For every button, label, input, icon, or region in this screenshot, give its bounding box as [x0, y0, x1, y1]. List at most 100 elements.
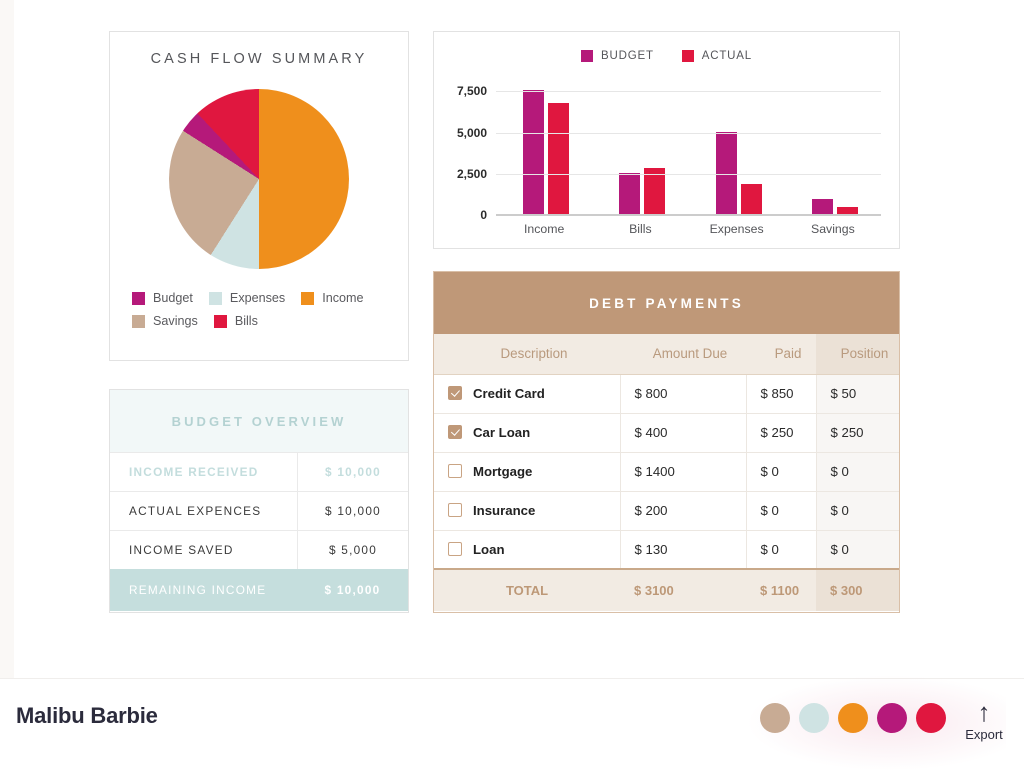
debt-payments-card: DEBT PAYMENTS Description Amount Due Paid P… [433, 271, 900, 613]
debt-row-position: $ 0 [816, 452, 899, 492]
budget-vs-actual-chart-card: BUDGET ACTUAL 0 2,500 5,000 7,500 Income Bill… [433, 31, 900, 249]
pie-chart [169, 89, 349, 269]
pie-legend-item-savings: Savings [132, 314, 198, 328]
column-header-paid[interactable]: Paid [746, 334, 816, 375]
export-button-label: Export [965, 727, 1003, 742]
x-axis-label-bills: Bills [629, 222, 652, 236]
pie-chart-shape [169, 89, 349, 269]
legend-swatch-icon [208, 291, 222, 305]
bar-legend-label: ACTUAL [701, 50, 752, 62]
debt-row-amount-due: $ 400 [620, 413, 747, 453]
bar-savings-budget [811, 199, 833, 214]
debt-row-amount-due: $ 1400 [620, 452, 747, 492]
y-axis-tick-label: 2,500 [456, 166, 487, 181]
bar-savings-actual [836, 206, 858, 214]
debt-payments-title: DEBT PAYMENTS [434, 272, 899, 334]
debt-description-label: Insurance [473, 503, 536, 518]
legend-swatch-icon [301, 291, 315, 305]
bar-chart-plot: 0 2,500 5,000 7,500 [457, 75, 881, 222]
brand-title: Malibu Barbie [16, 703, 158, 728]
gridline [496, 215, 881, 216]
legend-swatch-icon [213, 314, 227, 328]
bar-income-actual [548, 102, 569, 214]
debt-total-position: $ 300 [816, 568, 899, 611]
legend-swatch-icon [581, 50, 594, 62]
y-axis-tick-label: 7,500 [456, 84, 487, 99]
legend-swatch-icon [681, 50, 694, 62]
table-row: Insurance $ 200 $ 0 $ 0 [434, 491, 899, 531]
color-swatch-1[interactable] [760, 703, 790, 733]
budget-overview-row: INCOME SAVED $ 5,000 [110, 530, 408, 569]
debt-description-label: Mortgage [473, 464, 533, 479]
legend-swatch-icon [132, 314, 145, 328]
color-swatch-3[interactable] [838, 703, 868, 733]
debt-payments-total-row: TOTAL $ 3100 $ 1100 $ 300 [434, 568, 899, 611]
pie-legend-label: Savings [153, 314, 198, 328]
debt-row-description: Credit Card [434, 374, 621, 414]
bar-legend-item-budget: BUDGET [581, 50, 654, 62]
column-header-position[interactable]: Position [816, 334, 899, 375]
color-swatch-2[interactable] [799, 703, 829, 733]
debt-row-paid: $ 250 [746, 413, 817, 453]
debt-payments-table: Description Amount Due Paid Position Credit… [434, 334, 899, 611]
page-footer: Malibu Barbie ↑ Export [0, 675, 1024, 771]
debt-total-paid: $ 1100 [746, 568, 816, 611]
debt-row-amount-due: $ 800 [620, 374, 747, 414]
debt-row-position: $ 0 [816, 530, 899, 570]
debt-row-position: $ 50 [816, 374, 899, 414]
debt-total-amount-due: $ 3100 [620, 568, 746, 611]
budget-overview-total-row: REMAINING INCOME $ 10,000 [110, 569, 408, 611]
gridline [496, 173, 881, 175]
pie-legend-label: Budget [153, 291, 193, 305]
budget-overview-title: BUDGET OVERVIEW [110, 390, 408, 452]
column-header-description[interactable]: Description [434, 334, 620, 375]
debt-description-label: Car Loan [473, 425, 531, 440]
debt-row-paid: $ 850 [746, 374, 817, 414]
checkbox-checked-icon[interactable] [448, 386, 462, 400]
debt-payments-header-row: Description Amount Due Paid Position [434, 334, 899, 375]
budget-overview-row: INCOME RECEIVED $ 10,000 [110, 452, 408, 491]
debt-total-label: TOTAL [434, 568, 620, 611]
debt-payments-body: Credit Card $ 800 $ 850 $ 50 Car Loan $ 400 $ … [434, 374, 899, 570]
arrow-up-icon: ↑ [977, 697, 991, 727]
legend-swatch-icon [132, 291, 145, 305]
gridline [496, 91, 881, 93]
debt-row-paid: $ 0 [746, 491, 817, 531]
pie-legend-item-expenses: Expenses [208, 291, 286, 305]
debt-row-paid: $ 0 [746, 530, 817, 570]
bar-bills-budget [619, 172, 641, 214]
bar-legend-item-actual: ACTUAL [681, 50, 752, 62]
bar-chart-x-axis-labels: Income Bills Expenses Savings [496, 222, 881, 236]
pie-legend-label: Income [322, 291, 364, 305]
debt-description-label: Loan [473, 541, 505, 557]
pie-legend-label: Expenses [229, 291, 286, 305]
dashboard-page: CASH FLOW SUMMARY Budget Expenses Income Sa… [0, 0, 1024, 771]
checkbox-unchecked-icon[interactable] [448, 541, 462, 556]
color-swatch-5[interactable] [916, 703, 946, 733]
budget-overview-total-label: REMAINING INCOME [129, 583, 267, 597]
color-palette-swatches[interactable] [760, 703, 946, 733]
debt-row-position: $ 250 [816, 413, 899, 453]
budget-overview-row-value: $ 10,000 [297, 492, 408, 530]
checkbox-unchecked-icon[interactable] [448, 503, 462, 517]
budget-overview-row: ACTUAL EXPENCES $ 10,000 [110, 491, 408, 530]
x-axis-label-expenses: Expenses [709, 222, 764, 236]
budget-overview-row-value: $ 10,000 [297, 453, 408, 491]
budget-overview-row-label: ACTUAL EXPENCES [129, 504, 262, 518]
color-swatch-4[interactable] [877, 703, 907, 733]
debt-row-description: Car Loan [434, 413, 621, 453]
debt-description-label: Credit Card [473, 386, 545, 401]
gridline [496, 132, 881, 134]
checkbox-unchecked-icon[interactable] [448, 464, 462, 478]
column-header-amount-due[interactable]: Amount Due [620, 334, 746, 375]
budget-overview-card: BUDGET OVERVIEW INCOME RECEIVED $ 10,000 A… [109, 389, 409, 613]
export-button[interactable]: ↑ Export [956, 699, 1012, 742]
budget-overview-row-label: INCOME SAVED [129, 543, 234, 557]
debt-row-description: Loan [434, 530, 621, 570]
table-row: Car Loan $ 400 $ 250 $ 250 [434, 413, 899, 453]
y-axis-tick-label: 5,000 [456, 125, 487, 140]
debt-row-description: Insurance [434, 491, 621, 531]
checkbox-checked-icon[interactable] [448, 425, 462, 439]
debt-row-amount-due: $ 130 [620, 530, 747, 570]
table-row: Credit Card $ 800 $ 850 $ 50 [434, 374, 899, 414]
